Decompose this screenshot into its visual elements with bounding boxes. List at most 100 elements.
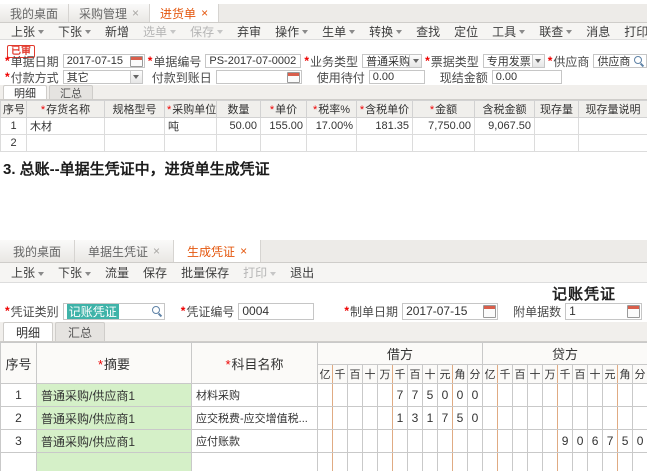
digit-cell[interactable] xyxy=(333,407,348,430)
cell[interactable]: 1 xyxy=(1,118,27,135)
digit-cell[interactable] xyxy=(603,407,618,430)
digit-cell[interactable] xyxy=(513,430,528,453)
bill-no-input[interactable]: PS-2017-07-0002 xyxy=(205,54,301,68)
voucher-date-input[interactable]: 2017-07-15 xyxy=(402,303,498,320)
calendar-icon[interactable] xyxy=(130,56,143,67)
cell[interactable] xyxy=(413,135,475,152)
subtab[interactable]: 汇总 xyxy=(55,322,105,341)
digit-cell[interactable] xyxy=(588,453,603,471)
cell[interactable] xyxy=(579,135,647,152)
bill-date-input[interactable]: 2017-07-15 xyxy=(63,54,145,68)
cell[interactable] xyxy=(105,135,165,152)
digit-cell[interactable] xyxy=(438,430,453,453)
account-cell[interactable]: 应付账款 xyxy=(192,430,318,453)
digit-cell[interactable] xyxy=(528,430,543,453)
toolbar-button[interactable]: 查找 xyxy=(409,23,447,39)
toolbar-button[interactable]: 下张 xyxy=(51,263,98,282)
digit-cell[interactable] xyxy=(633,453,647,471)
digit-cell[interactable] xyxy=(483,384,498,407)
digit-cell[interactable]: 0 xyxy=(468,407,483,430)
digit-cell[interactable]: 5 xyxy=(618,430,633,453)
digit-cell[interactable] xyxy=(618,407,633,430)
digit-cell[interactable] xyxy=(558,407,573,430)
cell[interactable] xyxy=(475,135,535,152)
digit-cell[interactable]: 0 xyxy=(633,430,647,453)
digit-cell[interactable] xyxy=(603,384,618,407)
cell[interactable]: 50.00 xyxy=(217,118,261,135)
cell[interactable] xyxy=(165,135,217,152)
digit-cell[interactable] xyxy=(468,430,483,453)
digit-cell[interactable] xyxy=(543,430,558,453)
toolbar-button[interactable]: 定位 xyxy=(447,23,485,39)
close-icon[interactable]: × xyxy=(153,245,160,257)
digit-cell[interactable] xyxy=(333,453,348,471)
cell[interactable]: 17.00% xyxy=(307,118,357,135)
digit-cell[interactable] xyxy=(363,453,378,471)
digit-cell[interactable] xyxy=(483,407,498,430)
close-icon[interactable]: × xyxy=(132,7,139,19)
digit-cell[interactable] xyxy=(423,453,438,471)
toolbar-button[interactable]: 生单 xyxy=(315,23,362,39)
cell[interactable]: 2 xyxy=(1,135,27,152)
summary-cell[interactable] xyxy=(37,453,192,471)
digit-cell[interactable]: 5 xyxy=(453,407,468,430)
digit-cell[interactable] xyxy=(543,453,558,471)
digit-cell[interactable] xyxy=(348,384,363,407)
toolbar-button[interactable]: 新增 xyxy=(98,23,136,39)
digit-cell[interactable] xyxy=(528,407,543,430)
digit-cell[interactable] xyxy=(528,384,543,407)
digit-cell[interactable] xyxy=(408,453,423,471)
cell[interactable] xyxy=(105,118,165,135)
digit-cell[interactable] xyxy=(318,384,333,407)
account-cell[interactable]: 应交税费-应交增值税... xyxy=(192,407,318,430)
digit-cell[interactable] xyxy=(423,430,438,453)
digit-cell[interactable]: 5 xyxy=(423,384,438,407)
cell[interactable] xyxy=(217,135,261,152)
digit-cell[interactable] xyxy=(633,407,647,430)
summary-cell[interactable]: 普通采购/供应商1 xyxy=(37,430,192,453)
digit-cell[interactable] xyxy=(498,453,513,471)
digit-cell[interactable]: 7 xyxy=(408,384,423,407)
digit-cell[interactable] xyxy=(513,453,528,471)
calendar-icon[interactable] xyxy=(483,305,496,318)
digit-cell[interactable] xyxy=(348,407,363,430)
digit-cell[interactable]: 6 xyxy=(588,430,603,453)
summary-cell[interactable]: 普通采购/供应商1 xyxy=(37,407,192,430)
digit-cell[interactable] xyxy=(408,430,423,453)
chevron-down-icon[interactable] xyxy=(409,55,421,67)
digit-cell[interactable] xyxy=(363,430,378,453)
digit-cell[interactable]: 3 xyxy=(408,407,423,430)
toolbar-button[interactable]: 保存 xyxy=(136,263,174,282)
magnifier-icon[interactable] xyxy=(150,305,163,318)
close-icon[interactable]: × xyxy=(201,7,208,19)
digit-cell[interactable]: 7 xyxy=(438,407,453,430)
chevron-down-icon[interactable] xyxy=(130,71,142,83)
digit-cell[interactable] xyxy=(633,384,647,407)
calendar-icon[interactable] xyxy=(287,72,300,83)
cell[interactable] xyxy=(27,135,105,152)
voucher-no-input[interactable]: 0004 xyxy=(238,303,314,320)
digit-cell[interactable] xyxy=(588,407,603,430)
digit-cell[interactable] xyxy=(543,384,558,407)
digit-cell[interactable] xyxy=(453,430,468,453)
digit-cell[interactable]: 0 xyxy=(468,384,483,407)
digit-cell[interactable]: 7 xyxy=(603,430,618,453)
toolbar-button[interactable]: 上张 xyxy=(4,23,51,39)
digit-cell[interactable] xyxy=(378,453,393,471)
toolbar-button[interactable]: 操作 xyxy=(268,23,315,39)
digit-cell[interactable] xyxy=(333,430,348,453)
toolbar-button[interactable]: 工具 xyxy=(485,23,532,39)
cell[interactable]: 木材 xyxy=(27,118,105,135)
toolbar-button[interactable]: 打印 xyxy=(617,23,647,39)
digit-cell[interactable]: 7 xyxy=(393,384,408,407)
use-pending-input[interactable]: 0.00 xyxy=(369,70,425,84)
digit-cell[interactable] xyxy=(558,453,573,471)
cell[interactable] xyxy=(535,135,579,152)
cell[interactable]: 7,750.00 xyxy=(413,118,475,135)
digit-cell[interactable] xyxy=(378,407,393,430)
digit-cell[interactable] xyxy=(453,453,468,471)
digit-cell[interactable] xyxy=(618,453,633,471)
digit-cell[interactable] xyxy=(573,453,588,471)
digit-cell[interactable] xyxy=(393,430,408,453)
digit-cell[interactable] xyxy=(498,407,513,430)
